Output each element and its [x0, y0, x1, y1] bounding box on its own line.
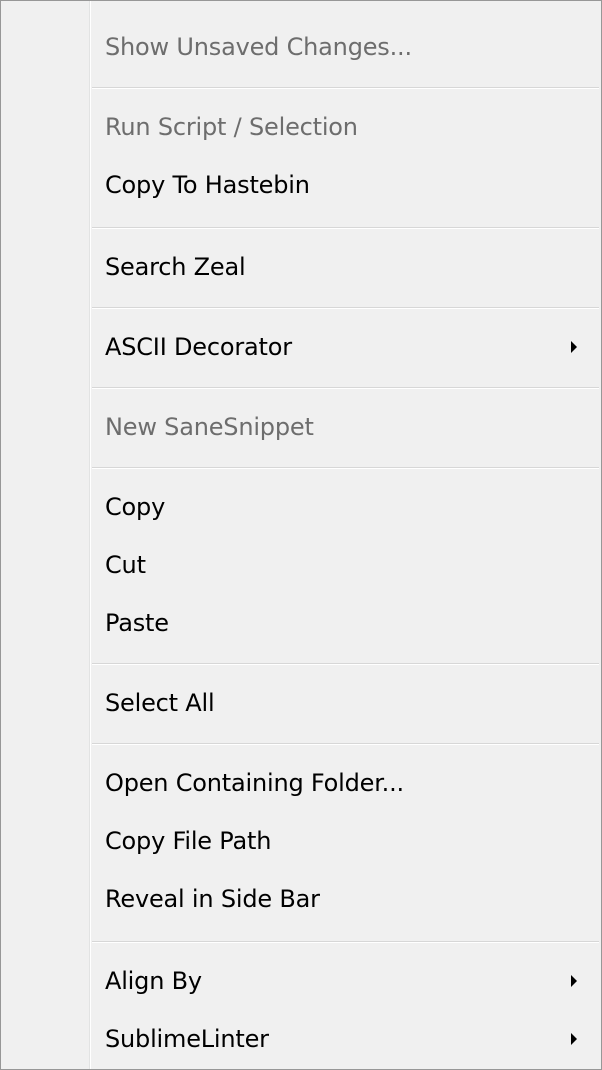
menu-item-label: Copy	[105, 493, 166, 521]
menu-item-run-script-selection: Run Script / Selection	[1, 99, 601, 155]
menu-item-copy[interactable]: Copy	[1, 479, 601, 535]
submenu-arrow-icon	[571, 975, 577, 987]
menu-item-label: Cut	[105, 551, 146, 579]
menu-item-label: ASCII Decorator	[105, 333, 292, 361]
menu-item-paste[interactable]: Paste	[1, 595, 601, 651]
context-menu: Show Unsaved Changes... Run Script / Sel…	[0, 0, 602, 1070]
submenu-arrow-icon	[571, 1033, 577, 1045]
menu-separator	[92, 663, 599, 665]
menu-item-label: Search Zeal	[105, 253, 246, 281]
menu-item-label: Copy File Path	[105, 827, 272, 855]
menu-separator	[92, 387, 599, 389]
menu-item-cut[interactable]: Cut	[1, 537, 601, 593]
menu-item-open-containing-folder[interactable]: Open Containing Folder...	[1, 755, 601, 811]
menu-item-copy-file-path[interactable]: Copy File Path	[1, 813, 601, 869]
menu-item-ascii-decorator[interactable]: ASCII Decorator	[1, 319, 601, 375]
menu-item-label: Select All	[105, 689, 215, 717]
menu-item-label: Paste	[105, 609, 169, 637]
menu-item-label: Align By	[105, 967, 202, 995]
menu-separator	[92, 467, 599, 469]
menu-separator	[92, 307, 599, 309]
menu-item-new-sanesnippet: New SaneSnippet	[1, 399, 601, 455]
menu-separator	[92, 87, 599, 89]
menu-item-reveal-in-side-bar[interactable]: Reveal in Side Bar	[1, 871, 601, 927]
menu-item-copy-to-hastebin[interactable]: Copy To Hastebin	[1, 157, 601, 213]
menu-item-align-by[interactable]: Align By	[1, 953, 601, 1009]
menu-item-search-zeal[interactable]: Search Zeal	[1, 239, 601, 295]
menu-separator	[92, 227, 599, 229]
menu-item-label: Open Containing Folder...	[105, 769, 404, 797]
menu-item-select-all[interactable]: Select All	[1, 675, 601, 731]
menu-item-label: Show Unsaved Changes...	[105, 33, 412, 61]
submenu-arrow-icon	[571, 341, 577, 353]
menu-item-sublimelinter[interactable]: SublimeLinter	[1, 1011, 601, 1067]
menu-separator	[92, 941, 599, 943]
menu-item-label: New SaneSnippet	[105, 413, 314, 441]
menu-separator	[92, 743, 599, 745]
menu-item-label: Run Script / Selection	[105, 113, 358, 141]
menu-item-label: SublimeLinter	[105, 1025, 269, 1053]
menu-item-label: Reveal in Side Bar	[105, 885, 320, 913]
menu-item-show-unsaved-changes: Show Unsaved Changes...	[1, 19, 601, 75]
menu-item-label: Copy To Hastebin	[105, 171, 310, 199]
